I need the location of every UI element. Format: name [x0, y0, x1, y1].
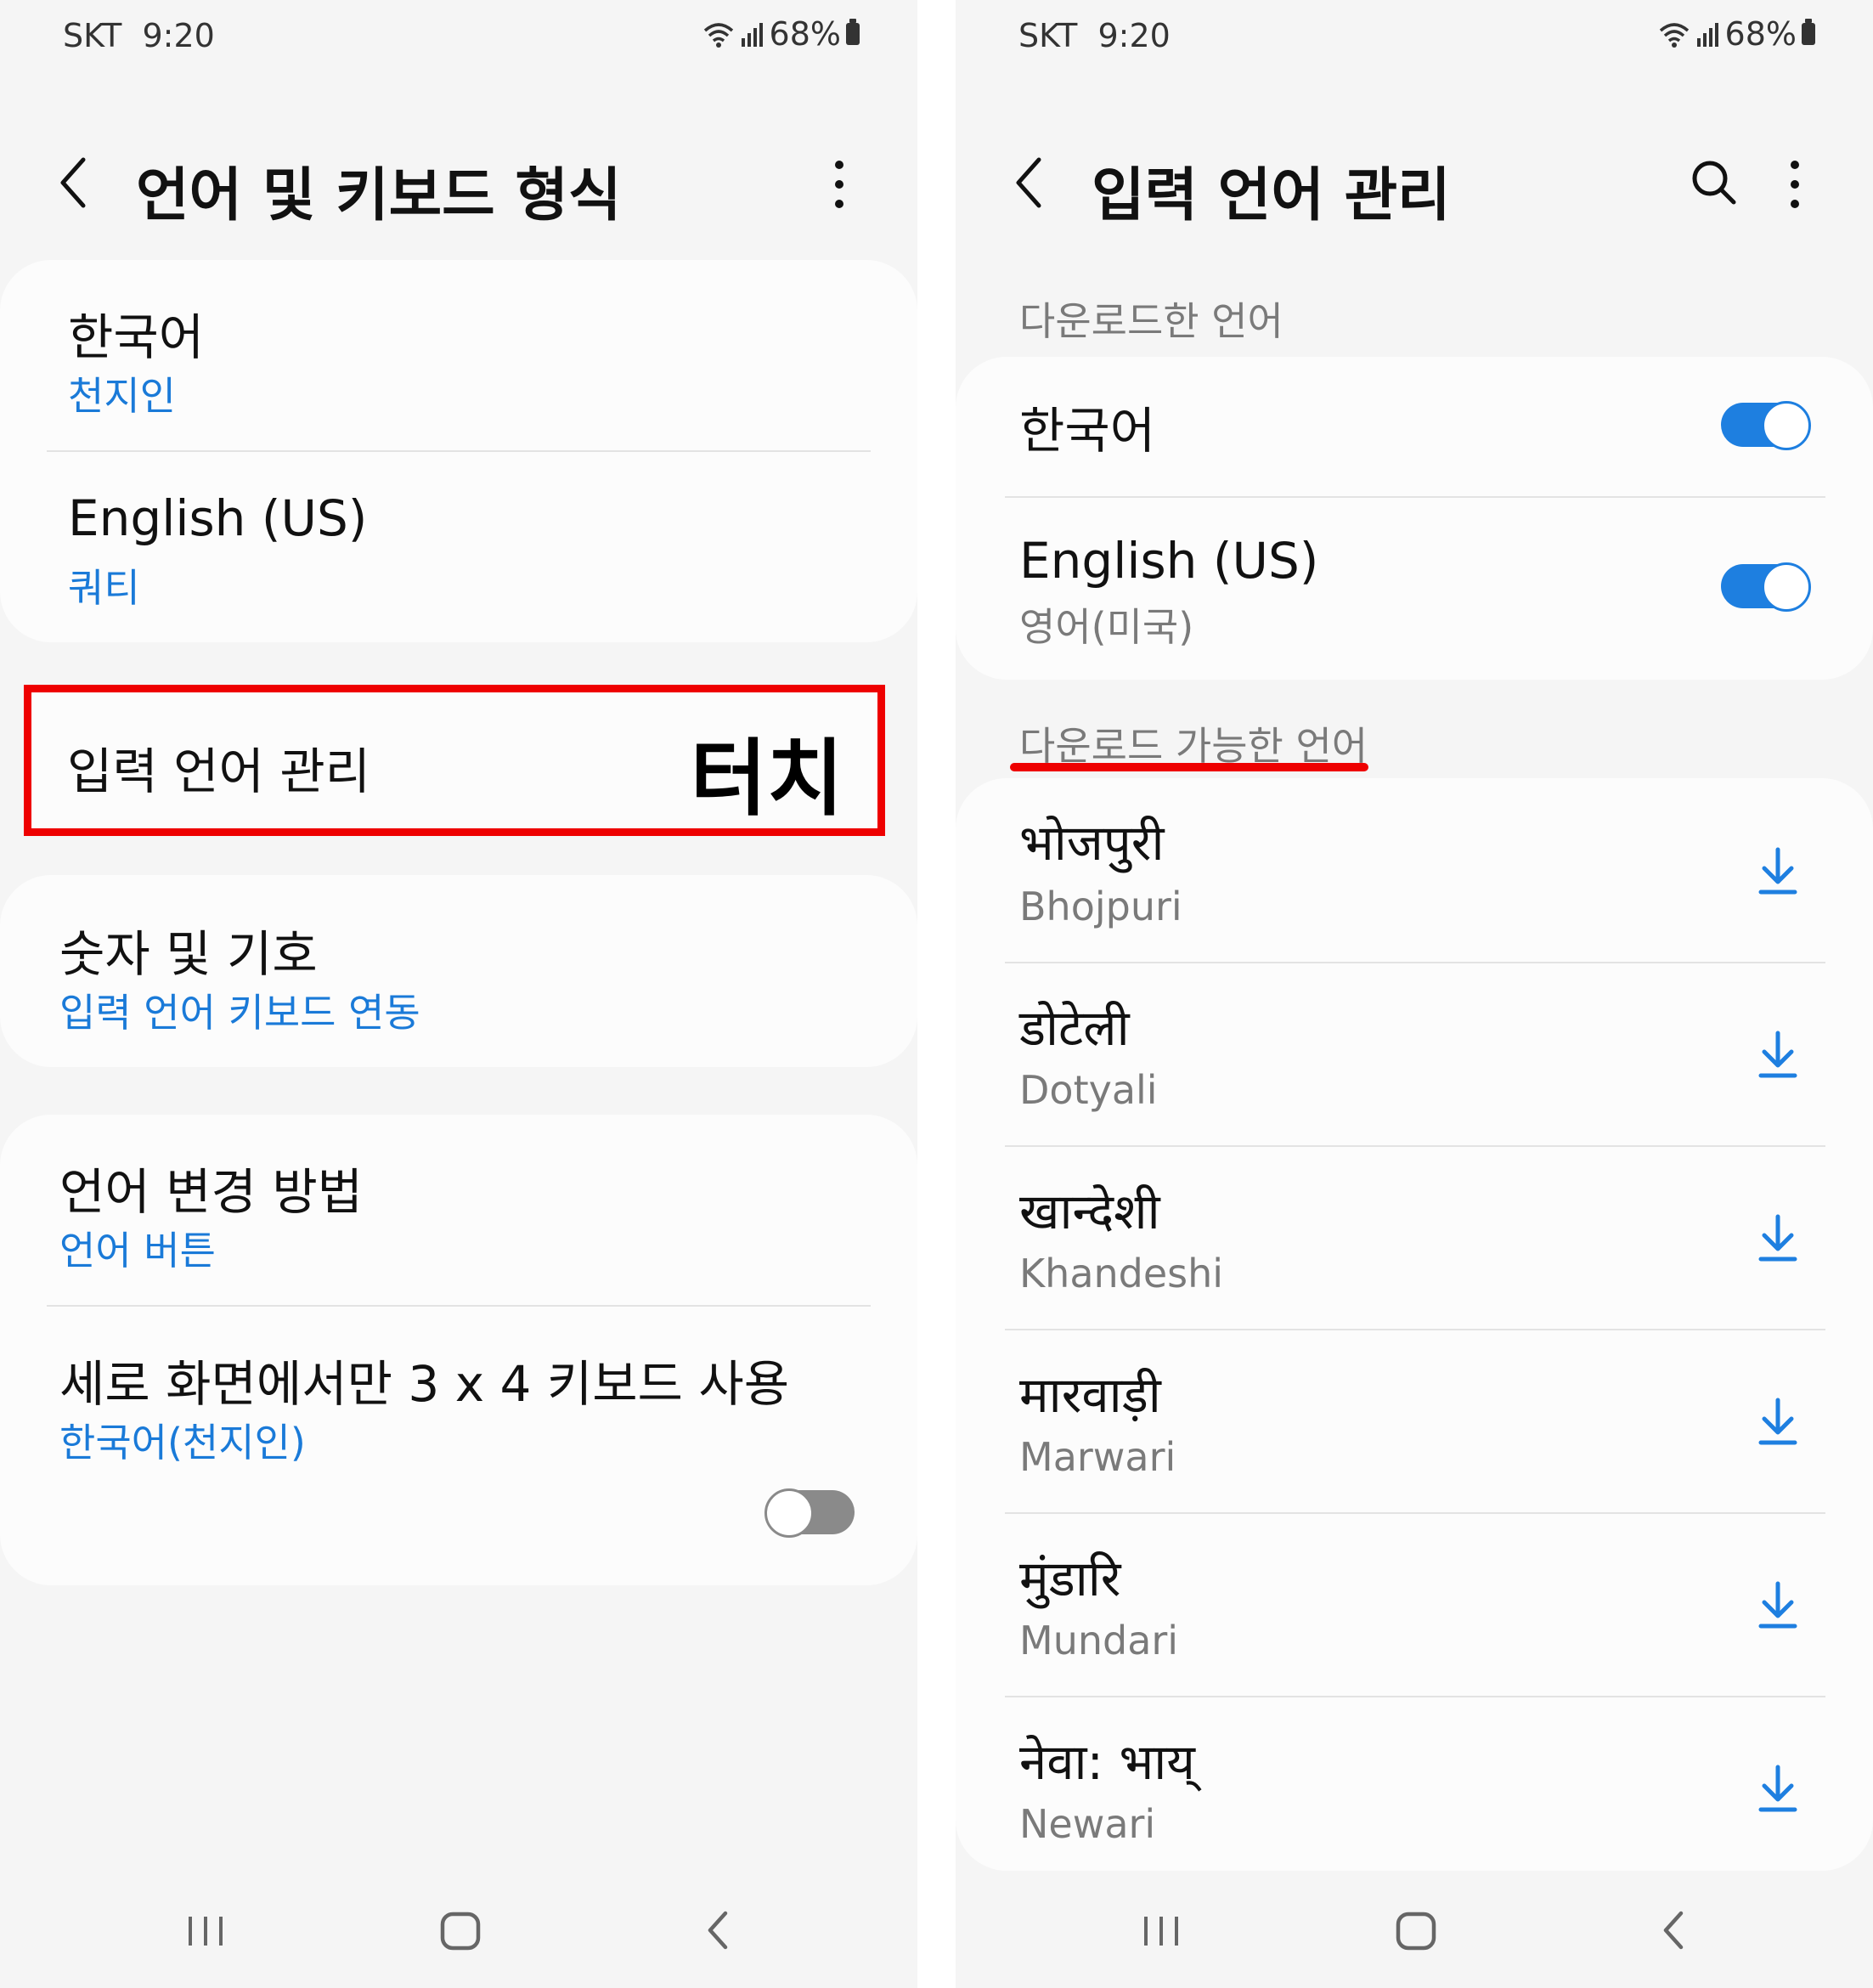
language-subtitle: Dotyali — [1019, 1067, 1158, 1113]
language-toggle[interactable] — [1721, 562, 1811, 612]
download-icon[interactable] — [1754, 1579, 1802, 1633]
download-icon[interactable] — [1754, 1028, 1802, 1082]
toggle-knob — [764, 1488, 814, 1538]
signal-icon — [1696, 23, 1718, 47]
wifi-icon — [703, 23, 733, 48]
available-language-item[interactable]: डोटेली Dotyali — [956, 963, 1873, 1146]
wifi-icon — [1659, 23, 1689, 48]
recent-apps-icon[interactable] — [1136, 1903, 1187, 1957]
app-bar: 언어 및 키보드 형식 — [0, 136, 917, 229]
language-name: English (US) — [68, 489, 368, 547]
numbers-symbols-item[interactable]: 숫자 및 기호 입력 언어 키보드 연동 — [0, 875, 917, 1067]
touch-annotation: 터치 — [690, 731, 843, 827]
more-icon[interactable] — [1778, 155, 1812, 214]
language-item-english[interactable]: English (US) 쿼티 — [0, 452, 917, 642]
switch-method-item[interactable]: 언어 변경 방법 언어 버튼 — [0, 1115, 917, 1305]
battery-percent: 68% — [1724, 15, 1797, 53]
battery-percent: 68% — [769, 15, 841, 53]
carrier-label: SKT — [1018, 17, 1078, 54]
keyboard-languages-card: 한국어 천지인 English (US) 쿼티 — [0, 260, 917, 642]
language-name: मारवाड़ी — [1019, 1366, 1161, 1424]
portrait-3x4-toggle[interactable] — [764, 1488, 855, 1538]
keyboard-layout: 천지인 — [68, 373, 176, 419]
switch-method-title: 언어 변경 방법 — [59, 1163, 364, 1221]
status-bar: SKT 9:20 68% — [956, 12, 1873, 63]
portrait-3x4-item[interactable]: 세로 화면에서만 3 x 4 키보드 사용 한국어(천지인) — [0, 1307, 917, 1585]
language-name: डोटेली — [1019, 999, 1130, 1057]
language-subtitle: Newari — [1019, 1801, 1156, 1847]
keyboard-layout: 쿼티 — [68, 565, 140, 611]
language-name: खान्देशी — [1019, 1183, 1160, 1240]
downloaded-language-item[interactable]: 한국어 — [956, 357, 1873, 497]
portrait-3x4-subtitle: 한국어(천지인) — [59, 1420, 306, 1466]
toggle-knob — [1762, 401, 1811, 450]
downloaded-language-item[interactable]: English (US) 영어(미국) — [956, 498, 1873, 680]
download-icon[interactable] — [1754, 1762, 1802, 1816]
navigation-bar — [0, 1895, 917, 1971]
language-name: भोजपुरी — [1019, 814, 1165, 872]
search-icon[interactable] — [1684, 153, 1744, 212]
download-icon[interactable] — [1754, 1395, 1802, 1449]
language-subtitle: Khandeshi — [1019, 1251, 1224, 1296]
language-subtitle: 영어(미국) — [1019, 604, 1194, 650]
available-language-item[interactable]: खान्देशी Khandeshi — [956, 1147, 1873, 1330]
available-language-item[interactable]: भोजपुरी Bhojpuri — [956, 778, 1873, 962]
clock: 9:20 — [1097, 17, 1171, 54]
left-screen: SKT 9:20 68% 언어 및 키보드 형식 한국어 천지인 English… — [0, 0, 917, 1988]
available-languages-card: भोजपुरी Bhojpuri डोटेली Dotyali खान्देशी… — [956, 778, 1873, 1871]
right-screen: SKT 9:20 68% 입력 언어 관리 다운로드한 언어 한국어 Engli… — [956, 0, 1873, 1988]
signal-icon — [741, 23, 763, 47]
numbers-symbols-title: 숫자 및 기호 — [59, 925, 318, 983]
navigation-bar — [956, 1895, 1873, 1971]
portrait-3x4-title: 세로 화면에서만 3 x 4 키보드 사용 — [59, 1355, 790, 1413]
available-language-item[interactable]: नेवा: भाय् Newari — [956, 1697, 1873, 1871]
language-subtitle: Bhojpuri — [1019, 884, 1182, 929]
available-language-item[interactable]: मारवाड़ी Marwari — [956, 1330, 1873, 1513]
carrier-label: SKT — [63, 17, 122, 54]
switch-method-card: 언어 변경 방법 언어 버튼 세로 화면에서만 3 x 4 키보드 사용 한국어… — [0, 1115, 917, 1585]
numbers-symbols-subtitle: 입력 언어 키보드 연동 — [59, 990, 420, 1036]
battery-icon — [1802, 19, 1815, 45]
switch-method-subtitle: 언어 버튼 — [59, 1228, 216, 1274]
language-subtitle: Mundari — [1019, 1618, 1179, 1663]
language-name: English (US) — [1019, 532, 1319, 590]
language-name: 한국어 — [68, 308, 205, 366]
downloaded-languages-card: 한국어 English (US) 영어(미국) — [956, 357, 1873, 680]
home-icon[interactable] — [435, 1903, 486, 1957]
language-toggle[interactable] — [1721, 401, 1811, 450]
app-bar: 입력 언어 관리 — [956, 136, 1873, 229]
page-title: 입력 언어 관리 — [1092, 162, 1451, 229]
language-name: नेवा: भाय् — [1019, 1733, 1195, 1791]
language-subtitle: Marwari — [1019, 1434, 1176, 1480]
nav-back-icon[interactable] — [693, 1903, 744, 1957]
downloaded-languages-header: 다운로드한 언어 — [1019, 298, 1283, 344]
download-icon[interactable] — [1754, 1211, 1802, 1266]
highlight-underline — [1010, 763, 1368, 771]
toggle-knob — [1762, 562, 1811, 612]
manage-input-languages-label: 입력 언어 관리 — [67, 743, 371, 800]
language-name: मुंडारि — [1019, 1550, 1121, 1607]
language-item-korean[interactable]: 한국어 천지인 — [0, 260, 917, 451]
download-icon[interactable] — [1754, 844, 1802, 899]
numbers-symbols-card: 숫자 및 기호 입력 언어 키보드 연동 — [0, 875, 917, 1067]
nav-back-icon[interactable] — [1649, 1903, 1700, 1957]
language-name: 한국어 — [1019, 402, 1156, 460]
page-title: 언어 및 키보드 형식 — [136, 162, 622, 229]
clock: 9:20 — [142, 17, 215, 54]
battery-icon — [846, 19, 860, 45]
status-bar: SKT 9:20 68% — [0, 12, 917, 63]
manage-input-languages-button[interactable]: 입력 언어 관리 터치 — [24, 685, 885, 836]
back-icon[interactable] — [1007, 153, 1058, 212]
recent-apps-icon[interactable] — [180, 1903, 231, 1957]
available-language-item[interactable]: मुंडारि Mundari — [956, 1514, 1873, 1697]
home-icon[interactable] — [1391, 1903, 1441, 1957]
more-icon[interactable] — [822, 155, 856, 214]
back-icon[interactable] — [51, 153, 102, 212]
